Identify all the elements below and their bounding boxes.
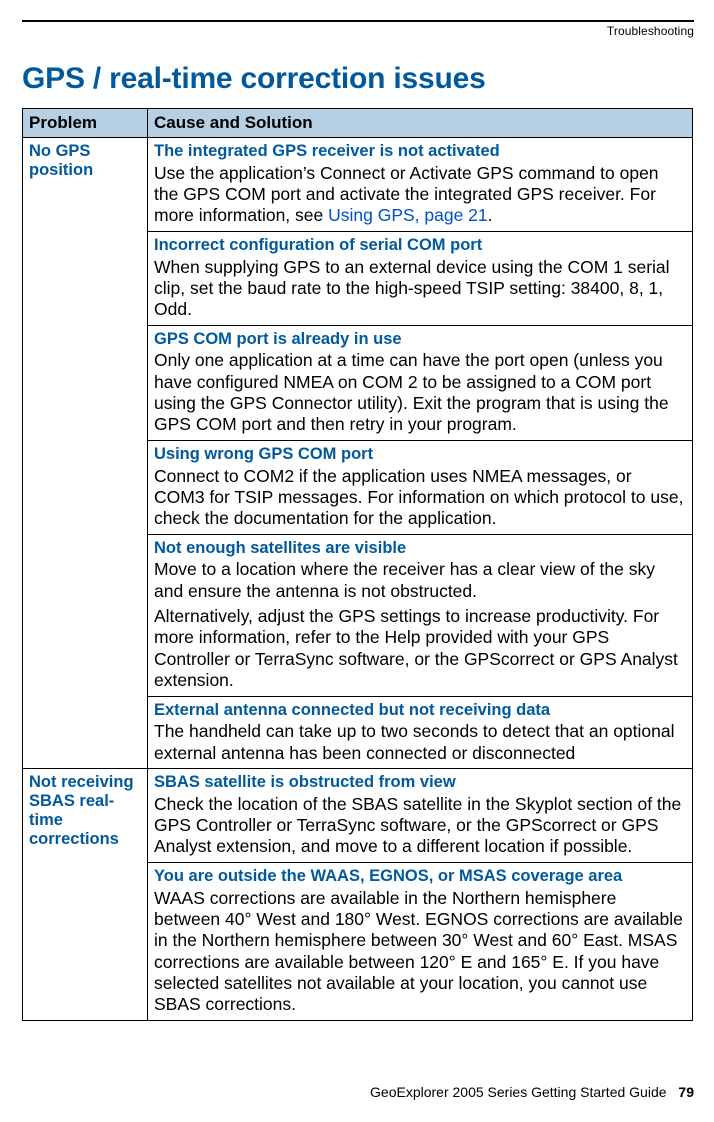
cause-body: Only one application at a time can have …: [154, 350, 686, 435]
cause-body: WAAS corrections are available in the No…: [154, 888, 686, 1016]
cause-text: Alternatively, adjust the GPS settings t…: [154, 606, 686, 691]
footer: GeoExplorer 2005 Series Getting Started …: [370, 1084, 694, 1100]
th-solution: Cause and Solution: [148, 109, 693, 138]
cause-body: Check the location of the SBAS satellite…: [154, 794, 686, 858]
cause-body: Connect to COM2 if the application uses …: [154, 466, 686, 530]
cause-cell: Using wrong GPS COM port Connect to COM2…: [148, 440, 693, 534]
problem-label: Not receiving SBAS real-time corrections: [23, 769, 148, 1021]
cause-text: Move to a location where the receiver ha…: [154, 559, 686, 602]
cause-text: Connect to COM2 if the application uses …: [154, 466, 686, 530]
cause-title: Incorrect configuration of serial COM po…: [154, 236, 686, 256]
cause-title: Not enough satellites are visible: [154, 539, 686, 559]
cause-text: .: [488, 205, 493, 225]
troubleshooting-table: Problem Cause and Solution No GPS positi…: [22, 108, 693, 1021]
page-title: GPS / real-time correction issues: [22, 62, 694, 96]
cause-cell: External antenna connected but not recei…: [148, 696, 693, 768]
cause-title: The integrated GPS receiver is not activ…: [154, 142, 686, 162]
cause-cell: Incorrect configuration of serial COM po…: [148, 231, 693, 325]
cause-cell: Not enough satellites are visible Move t…: [148, 534, 693, 696]
cross-ref-link[interactable]: Using GPS, page 21: [328, 205, 488, 225]
running-head: Troubleshooting: [22, 24, 694, 38]
cause-text: Check the location of the SBAS satellite…: [154, 794, 686, 858]
cause-text: WAAS corrections are available in the No…: [154, 888, 686, 1016]
footer-page-number: 79: [678, 1084, 694, 1100]
cause-cell: SBAS satellite is obstructed from view C…: [148, 769, 693, 863]
problem-label: No GPS position: [23, 138, 148, 769]
footer-guide: GeoExplorer 2005 Series Getting Started …: [370, 1084, 667, 1100]
header-rule: [22, 20, 694, 22]
table-row: Not receiving SBAS real-time corrections…: [23, 769, 693, 863]
cause-cell: The integrated GPS receiver is not activ…: [148, 138, 693, 232]
cause-text: When supplying GPS to an external device…: [154, 257, 686, 321]
cause-body: The handheld can take up to two seconds …: [154, 721, 686, 764]
th-problem: Problem: [23, 109, 148, 138]
cause-title: SBAS satellite is obstructed from view: [154, 773, 686, 793]
cause-title: You are outside the WAAS, EGNOS, or MSAS…: [154, 867, 686, 887]
cause-title: GPS COM port is already in use: [154, 330, 686, 350]
cause-body: Use the application’s Connect or Activat…: [154, 163, 686, 227]
cause-title: Using wrong GPS COM port: [154, 445, 686, 465]
cause-body: Move to a location where the receiver ha…: [154, 559, 686, 691]
cause-body: When supplying GPS to an external device…: [154, 257, 686, 321]
cause-text: Only one application at a time can have …: [154, 350, 686, 435]
cause-cell: You are outside the WAAS, EGNOS, or MSAS…: [148, 862, 693, 1020]
table-row: No GPS position The integrated GPS recei…: [23, 138, 693, 232]
cause-cell: GPS COM port is already in use Only one …: [148, 325, 693, 440]
cause-title: External antenna connected but not recei…: [154, 701, 686, 721]
cause-text: The handheld can take up to two seconds …: [154, 721, 686, 764]
